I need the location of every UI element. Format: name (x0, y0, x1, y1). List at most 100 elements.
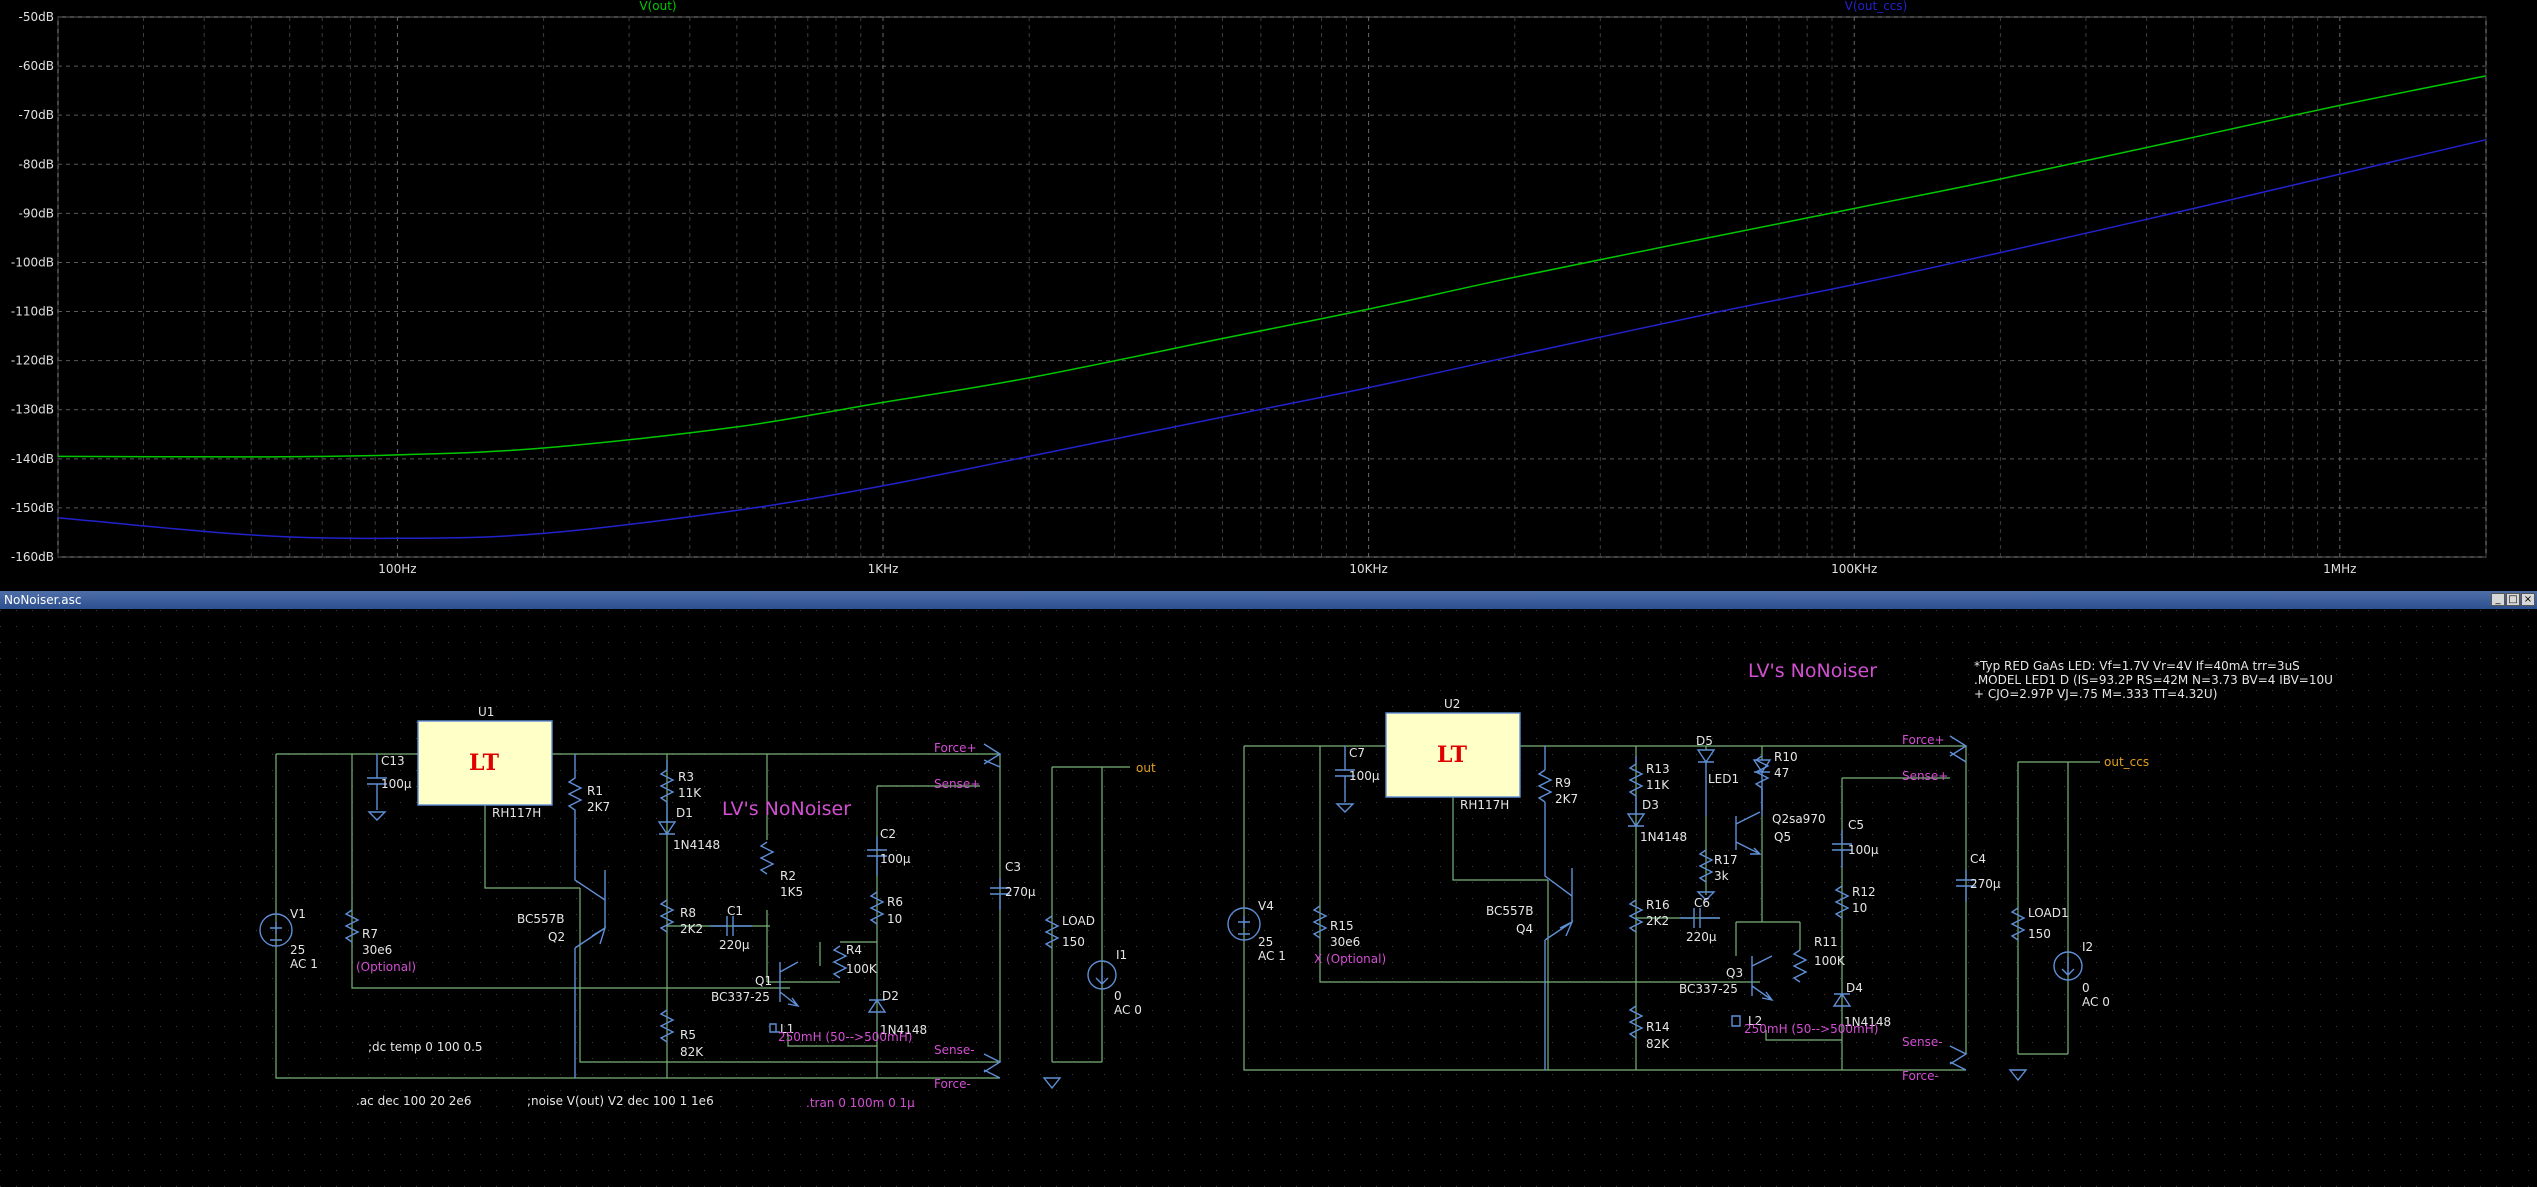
plot-traces (57, 75, 2487, 540)
r12-ref: R12 (1852, 885, 1876, 899)
r6-value: 10 (887, 912, 902, 926)
window-title: NoNoiser.asc (4, 593, 82, 607)
x-tick-label: 100Hz (378, 562, 416, 576)
d3-part: 1N4148 (1640, 830, 1687, 844)
force-plus-right: Force+ (1902, 733, 1945, 747)
directive-ac[interactable]: .ac dec 100 20 2e6 (356, 1094, 471, 1108)
u1-part: RH117H (492, 806, 541, 820)
i1-ac: AC 0 (1114, 1003, 1142, 1017)
net-label-out-ccs[interactable]: out_ccs (2104, 755, 2149, 769)
d1-part: 1N4148 (673, 838, 720, 852)
schematic-editor[interactable]: LT LT LV's NoNoiser LV's NoNoiser *Typ R… (0, 610, 2537, 1187)
r17-value: 3k (1714, 869, 1729, 883)
x-tick-label: 1MHz (2323, 562, 2356, 576)
d2-ref: D2 (882, 989, 899, 1003)
y-tick-label: -160dB (11, 550, 54, 564)
x-axis-ticks: 100Hz 1KHz 10KHz 100KHz 1MHz (378, 562, 2356, 576)
r1-ref: R1 (587, 784, 603, 798)
trace-label-vout-ccs[interactable]: V(out_ccs) (1845, 0, 1908, 13)
load1-ref: LOAD1 (2028, 906, 2069, 920)
load-value: 150 (1062, 935, 1085, 949)
r3-ref: R3 (678, 770, 694, 784)
c2-value: 100µ (880, 852, 911, 866)
y-tick-label: -140dB (11, 452, 54, 466)
r2-value: 1K5 (780, 885, 803, 899)
y-tick-label: -80dB (19, 157, 54, 171)
c13-value: 100µ (381, 777, 412, 791)
sense-minus-right: Sense- (1902, 1035, 1943, 1049)
sense-plus-right: Sense+ (1902, 769, 1948, 783)
r4-value: 100K (846, 962, 878, 976)
d5-ref: D5 (1696, 734, 1713, 748)
noise-plot[interactable]: -50dB -60dB -70dB -80dB -90dB -100dB -110dB -12… (0, 0, 2537, 590)
plot-grid (57, 16, 2487, 558)
waveform-viewer[interactable]: -50dB -60dB -70dB -80dB -90dB -100dB -110dB -12… (0, 0, 2537, 590)
c7-ref: C7 (1349, 746, 1365, 760)
v1-value: 25 (290, 943, 305, 957)
y-tick-label: -130dB (11, 403, 54, 417)
trace-label-vout[interactable]: V(out) (639, 0, 676, 13)
schematic-window-titlebar[interactable]: NoNoiser.asc _ □ × (0, 591, 2537, 609)
load-ref: LOAD (1062, 914, 1095, 928)
r10-value: 47 (1774, 766, 1789, 780)
r10-ref: R10 (1774, 750, 1798, 764)
lt-logo-u2: LT (1437, 742, 1468, 768)
r6-ref: R6 (887, 895, 903, 909)
r3-value: 11K (678, 786, 702, 800)
r15-ref: R15 (1330, 919, 1354, 933)
r4-ref: R4 (846, 943, 862, 957)
r9-ref: R9 (1555, 776, 1571, 790)
i2-ac: AC 0 (2082, 995, 2110, 1009)
y-tick-label: -110dB (11, 305, 54, 319)
y-tick-label: -150dB (11, 501, 54, 515)
r9-value: 2K7 (1555, 792, 1578, 806)
v1-ac: AC 1 (290, 957, 318, 971)
c5-value: 100µ (1848, 843, 1879, 857)
y-tick-label: -90dB (19, 206, 54, 220)
y-axis-ticks: -50dB -60dB -70dB -80dB -90dB -100dB -110dB -12… (11, 10, 54, 564)
r13-value: 11K (1646, 778, 1670, 792)
sense-minus-left: Sense- (934, 1043, 975, 1057)
close-button[interactable]: × (2521, 593, 2535, 606)
model-note-line-3: + CJO=2.97P VJ=.75 M=.333 TT=4.32U) (1974, 687, 2217, 701)
r7-value: 30e6 (362, 943, 392, 957)
v1-ref: V1 (290, 907, 306, 921)
maximize-button[interactable]: □ (2506, 593, 2520, 606)
y-tick-label: -70dB (19, 108, 54, 122)
c3-value: 270µ (1005, 885, 1036, 899)
r2-ref: R2 (780, 869, 796, 883)
y-tick-label: -50dB (19, 10, 54, 24)
model-note-line-2: .MODEL LED1 D (IS=93.2P RS=42M N=3.73 BV… (1974, 673, 2333, 687)
i1-value: 0 (1114, 989, 1122, 1003)
u2-ref: U2 (1444, 697, 1460, 711)
directive-noise[interactable]: ;noise V(out) V2 dec 100 1 1e6 (527, 1094, 714, 1108)
schematic-canvas[interactable]: LT LT LV's NoNoiser LV's NoNoiser *Typ R… (0, 610, 2537, 1187)
sense-plus-left: Sense+ (934, 777, 980, 791)
r7-ref: R7 (362, 927, 378, 941)
minimize-button[interactable]: _ (2491, 593, 2505, 606)
r15-value: 30e6 (1330, 935, 1360, 949)
directive-dc[interactable]: ;dc temp 0 100 0.5 (368, 1040, 483, 1054)
x-tick-label: 10KHz (1349, 562, 1387, 576)
y-tick-label: -100dB (11, 255, 54, 269)
r5-ref: R5 (680, 1028, 696, 1042)
v4-value: 25 (1258, 935, 1273, 949)
y-tick-label: -60dB (19, 59, 54, 73)
r15-note: X (Optional) (1314, 952, 1386, 966)
net-label-out[interactable]: out (1136, 761, 1156, 775)
c13-ref: C13 (381, 754, 405, 768)
r14-value: 82K (1646, 1037, 1670, 1051)
trace-vout (57, 75, 2487, 458)
led1-part: LED1 (1708, 772, 1739, 786)
i2-value: 0 (2082, 981, 2090, 995)
q3-part: BC337-25 (1679, 982, 1738, 996)
c4-value: 270µ (1970, 877, 2001, 891)
r11-ref: R11 (1814, 935, 1838, 949)
r5-value: 82K (680, 1045, 704, 1059)
directive-tran[interactable]: .tran 0 100m 0 1µ (806, 1096, 915, 1110)
c4-ref: C4 (1970, 852, 1986, 866)
force-minus-left: Force- (934, 1077, 971, 1091)
u2-part: RH117H (1460, 798, 1509, 812)
v4-ac: AC 1 (1258, 949, 1286, 963)
plot-frame (57, 16, 2487, 558)
